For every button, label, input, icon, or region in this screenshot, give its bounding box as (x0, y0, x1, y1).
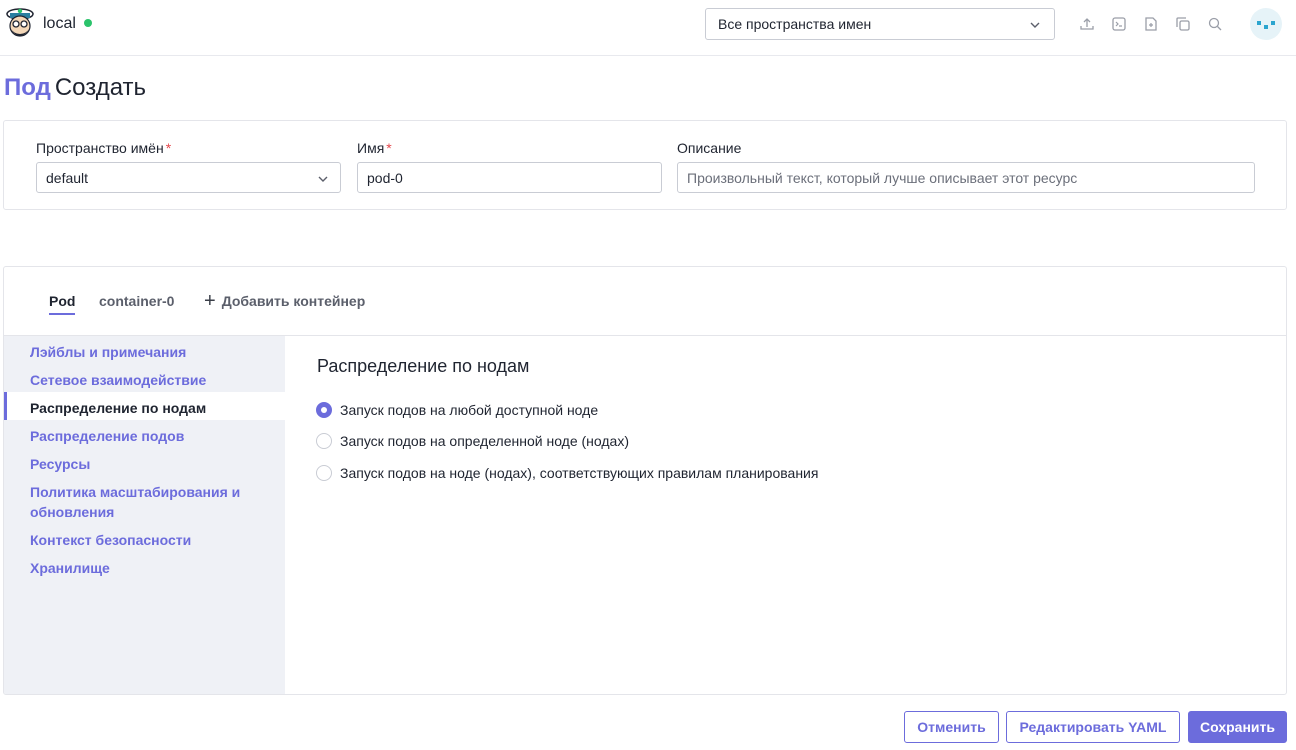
sidebar-item-resources[interactable]: Ресурсы (30, 454, 270, 474)
upload-icon[interactable] (1079, 16, 1095, 32)
namespace-label-text: Пространство имён (36, 140, 164, 156)
radio-option-label: Запуск подов на ноде (нодах), соответств… (340, 465, 819, 481)
file-add-icon[interactable] (1143, 16, 1159, 32)
avatar-pattern-icon (1257, 21, 1275, 29)
chevron-down-icon (1030, 22, 1040, 28)
namespace-filter-select[interactable]: Все пространства имен (705, 8, 1055, 40)
sidebar-item-labels[interactable]: Лэйблы и примечания (30, 342, 270, 362)
active-tab-indicator (49, 313, 75, 315)
radio-button[interactable] (316, 465, 332, 481)
namespace-select[interactable]: default (36, 162, 341, 193)
top-header: local Все пространства имен (0, 0, 1296, 56)
description-placeholder: Произвольный текст, который лучше описыв… (687, 169, 1078, 186)
page-title: Под Создать (4, 74, 146, 102)
edit-yaml-button[interactable]: Редактировать YAML (1006, 711, 1180, 743)
description-input[interactable]: Произвольный текст, который лучше описыв… (677, 162, 1255, 193)
name-label: Имя * (357, 140, 392, 156)
radio-option-label: Запуск подов на любой доступной ноде (340, 402, 599, 418)
sidebar-item-storage[interactable]: Хранилище (30, 558, 270, 578)
copy-icon[interactable] (1175, 16, 1191, 32)
namespace-filter-value: Все пространства имен (718, 16, 872, 32)
page-title-action: Создать (54, 74, 147, 101)
sidebar-item-upgrade-policy[interactable]: Политика масштабирования и обновления (30, 482, 270, 522)
section-sidebar: Лэйблы и примечания Сетевое взаимодейств… (4, 336, 285, 694)
name-input[interactable]: pod-0 (357, 162, 662, 193)
description-label-text: Описание (677, 140, 742, 156)
metadata-card: Пространство имён * default Имя * pod-0 Оп… (3, 120, 1287, 210)
required-mark: * (165, 140, 172, 156)
sidebar-item-security-context[interactable]: Контекст безопасности (30, 530, 270, 550)
tab-pod[interactable]: Pod (49, 293, 75, 309)
user-avatar[interactable] (1250, 8, 1282, 40)
sidebar-item-node-scheduling[interactable]: Распределение по нодам (30, 398, 270, 418)
plus-icon: + (204, 290, 216, 312)
radio-option-scheduling-rules[interactable]: Запуск подов на ноде (нодах), соответств… (316, 465, 818, 481)
section-title: Распределение по нодам (317, 356, 530, 376)
cluster-status-dot (83, 19, 92, 27)
required-mark: * (386, 140, 392, 156)
radio-option-any-node[interactable]: Запуск подов на любой доступной ноде (316, 402, 598, 418)
search-icon[interactable] (1207, 16, 1223, 32)
save-button[interactable]: Сохранить (1188, 711, 1287, 743)
namespace-select-value: default (46, 169, 89, 186)
add-container-label: Добавить контейнер (221, 293, 366, 309)
namespace-label: Пространство имён * (36, 140, 171, 156)
radio-button[interactable] (316, 433, 332, 449)
cluster-name: local (43, 15, 76, 32)
radio-option-label: Запуск подов на определенной ноде (нодах… (340, 433, 630, 449)
add-container-button[interactable]: + Добавить контейнер (204, 290, 366, 312)
cancel-button[interactable]: Отменить (904, 711, 999, 743)
chevron-down-icon (318, 176, 328, 182)
tab-container-0[interactable]: container-0 (99, 293, 174, 309)
terminal-icon[interactable] (1111, 16, 1127, 32)
sidebar-item-networking[interactable]: Сетевое взаимодействие (30, 370, 270, 390)
cluster-logo-icon (6, 8, 34, 37)
cluster-switcher[interactable]: local (4, 4, 92, 44)
pod-spec-card: Pod container-0 + Добавить контейнер Лэй… (3, 266, 1287, 695)
description-label: Описание (677, 140, 741, 156)
name-input-value: pod-0 (367, 169, 403, 186)
sidebar-item-pod-scheduling[interactable]: Распределение подов (30, 426, 270, 446)
radio-button-checked[interactable] (316, 402, 332, 418)
name-label-text: Имя (357, 140, 385, 156)
radio-option-specific-node[interactable]: Запуск подов на определенной ноде (нодах… (316, 433, 629, 449)
container-tabs: Pod container-0 + Добавить контейнер (4, 267, 1286, 336)
page-title-kind[interactable]: Под (4, 74, 51, 101)
